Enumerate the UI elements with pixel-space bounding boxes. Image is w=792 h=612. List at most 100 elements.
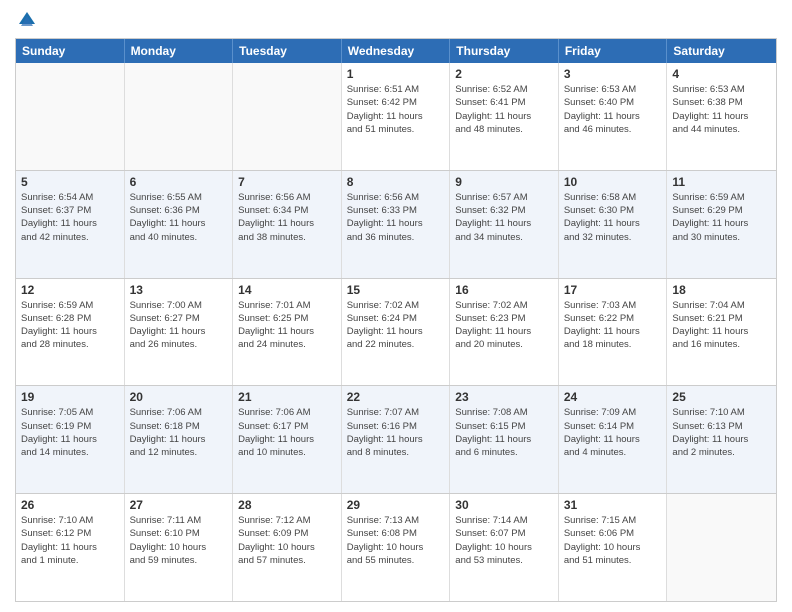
day-info: Sunrise: 7:11 AM Sunset: 6:10 PM Dayligh… — [130, 514, 228, 567]
day-cell: 14Sunrise: 7:01 AM Sunset: 6:25 PM Dayli… — [233, 279, 342, 386]
day-cell: 3 Sunrise: 6:53 AM Sunset: 6:40 PM Daylig… — [559, 63, 668, 170]
day-cell: 12 Sunrise: 6:59 AM Sunset: 6:28 PM Dayli… — [16, 279, 125, 386]
day-cell: 22 Sunrise: 7:07 AM Sunset: 6:16 PM Dayli… — [342, 386, 451, 493]
day-info: Sunrise: 6:53 AM Sunset: 6:40 PM Dayligh… — [564, 83, 662, 136]
day-number: 17 — [564, 283, 662, 297]
day-number: 26 — [21, 498, 119, 512]
day-info: Sunrise: 7:15 AM Sunset: 6:06 PM Dayligh… — [564, 514, 662, 567]
day-info: Sunrise: 6:59 AM Sunset: 6:29 PM Dayligh… — [672, 191, 771, 244]
day-cell: 4 Sunrise: 6:53 AM Sunset: 6:38 PM Daylig… — [667, 63, 776, 170]
day-cell: 17 Sunrise: 7:03 AM Sunset: 6:22 PM Dayli… — [559, 279, 668, 386]
calendar-row: 19 Sunrise: 7:05 AM Sunset: 6:19 PM Dayli… — [16, 385, 776, 493]
day-info: Sunrise: 7:04 AM Sunset: 6:21 PM Dayligh… — [672, 299, 771, 352]
day-cell: 26 Sunrise: 7:10 AM Sunset: 6:12 PM Dayli… — [16, 494, 125, 601]
day-number: 18 — [672, 283, 771, 297]
weekday-header: Monday — [125, 39, 234, 63]
day-info: Sunrise: 7:03 AM Sunset: 6:22 PM Dayligh… — [564, 299, 662, 352]
day-number: 13 — [130, 283, 228, 297]
day-number: 11 — [672, 175, 771, 189]
day-cell: 16Sunrise: 7:02 AM Sunset: 6:23 PM Dayli… — [450, 279, 559, 386]
calendar-row: 26 Sunrise: 7:10 AM Sunset: 6:12 PM Dayli… — [16, 493, 776, 601]
day-number: 21 — [238, 390, 336, 404]
day-cell: 18 Sunrise: 7:04 AM Sunset: 6:21 PM Dayli… — [667, 279, 776, 386]
calendar-header: SundayMondayTuesdayWednesdayThursdayFrid… — [16, 39, 776, 63]
day-cell: 13 Sunrise: 7:00 AM Sunset: 6:27 PM Dayli… — [125, 279, 234, 386]
day-number: 31 — [564, 498, 662, 512]
day-number: 29 — [347, 498, 445, 512]
day-cell: 24 Sunrise: 7:09 AM Sunset: 6:14 PM Dayli… — [559, 386, 668, 493]
day-cell: 23 Sunrise: 7:08 AM Sunset: 6:15 PM Dayli… — [450, 386, 559, 493]
weekday-header: Thursday — [450, 39, 559, 63]
day-cell: 8Sunrise: 6:56 AM Sunset: 6:33 PM Daylig… — [342, 171, 451, 278]
day-cell: 2Sunrise: 6:52 AM Sunset: 6:41 PM Daylig… — [450, 63, 559, 170]
empty-cell — [667, 494, 776, 601]
header — [15, 10, 777, 30]
day-cell: 11 Sunrise: 6:59 AM Sunset: 6:29 PM Dayli… — [667, 171, 776, 278]
day-info: Sunrise: 6:52 AM Sunset: 6:41 PM Dayligh… — [455, 83, 553, 136]
day-info: Sunrise: 6:58 AM Sunset: 6:30 PM Dayligh… — [564, 191, 662, 244]
day-number: 15 — [347, 283, 445, 297]
weekday-header: Tuesday — [233, 39, 342, 63]
weekday-header: Saturday — [667, 39, 776, 63]
day-number: 3 — [564, 67, 662, 81]
day-info: Sunrise: 7:06 AM Sunset: 6:17 PM Dayligh… — [238, 406, 336, 459]
calendar-body: 1 Sunrise: 6:51 AM Sunset: 6:42 PM Daylig… — [16, 63, 776, 601]
day-number: 7 — [238, 175, 336, 189]
day-number: 5 — [21, 175, 119, 189]
day-info: Sunrise: 7:06 AM Sunset: 6:18 PM Dayligh… — [130, 406, 228, 459]
empty-cell — [233, 63, 342, 170]
day-info: Sunrise: 7:09 AM Sunset: 6:14 PM Dayligh… — [564, 406, 662, 459]
day-cell: 5 Sunrise: 6:54 AM Sunset: 6:37 PM Daylig… — [16, 171, 125, 278]
day-info: Sunrise: 6:53 AM Sunset: 6:38 PM Dayligh… — [672, 83, 771, 136]
day-cell: 21 Sunrise: 7:06 AM Sunset: 6:17 PM Dayli… — [233, 386, 342, 493]
day-cell: 25 Sunrise: 7:10 AM Sunset: 6:13 PM Dayli… — [667, 386, 776, 493]
weekday-header: Wednesday — [342, 39, 451, 63]
day-number: 22 — [347, 390, 445, 404]
day-number: 19 — [21, 390, 119, 404]
day-cell: 9 Sunrise: 6:57 AM Sunset: 6:32 PM Daylig… — [450, 171, 559, 278]
day-number: 9 — [455, 175, 553, 189]
day-number: 24 — [564, 390, 662, 404]
day-info: Sunrise: 7:12 AM Sunset: 6:09 PM Dayligh… — [238, 514, 336, 567]
day-number: 27 — [130, 498, 228, 512]
day-info: Sunrise: 6:57 AM Sunset: 6:32 PM Dayligh… — [455, 191, 553, 244]
day-info: Sunrise: 7:00 AM Sunset: 6:27 PM Dayligh… — [130, 299, 228, 352]
day-number: 20 — [130, 390, 228, 404]
day-number: 1 — [347, 67, 445, 81]
day-info: Sunrise: 6:59 AM Sunset: 6:28 PM Dayligh… — [21, 299, 119, 352]
day-info: Sunrise: 6:56 AM Sunset: 6:34 PM Dayligh… — [238, 191, 336, 244]
day-cell: 19 Sunrise: 7:05 AM Sunset: 6:19 PM Dayli… — [16, 386, 125, 493]
day-info: Sunrise: 7:10 AM Sunset: 6:13 PM Dayligh… — [672, 406, 771, 459]
day-cell: 27 Sunrise: 7:11 AM Sunset: 6:10 PM Dayli… — [125, 494, 234, 601]
day-cell: 1 Sunrise: 6:51 AM Sunset: 6:42 PM Daylig… — [342, 63, 451, 170]
day-cell: 28Sunrise: 7:12 AM Sunset: 6:09 PM Dayli… — [233, 494, 342, 601]
day-info: Sunrise: 6:54 AM Sunset: 6:37 PM Dayligh… — [21, 191, 119, 244]
day-number: 23 — [455, 390, 553, 404]
day-cell: 7 Sunrise: 6:56 AM Sunset: 6:34 PM Daylig… — [233, 171, 342, 278]
logo-icon — [17, 10, 37, 30]
day-info: Sunrise: 7:10 AM Sunset: 6:12 PM Dayligh… — [21, 514, 119, 567]
day-number: 14 — [238, 283, 336, 297]
day-number: 16 — [455, 283, 553, 297]
day-info: Sunrise: 7:05 AM Sunset: 6:19 PM Dayligh… — [21, 406, 119, 459]
day-number: 30 — [455, 498, 553, 512]
day-cell: 29 Sunrise: 7:13 AM Sunset: 6:08 PM Dayli… — [342, 494, 451, 601]
day-info: Sunrise: 7:07 AM Sunset: 6:16 PM Dayligh… — [347, 406, 445, 459]
day-cell: 15 Sunrise: 7:02 AM Sunset: 6:24 PM Dayli… — [342, 279, 451, 386]
day-info: Sunrise: 6:51 AM Sunset: 6:42 PM Dayligh… — [347, 83, 445, 136]
day-number: 25 — [672, 390, 771, 404]
day-number: 12 — [21, 283, 119, 297]
day-cell: 31 Sunrise: 7:15 AM Sunset: 6:06 PM Dayli… — [559, 494, 668, 601]
logo — [15, 10, 39, 30]
day-number: 6 — [130, 175, 228, 189]
day-info: Sunrise: 6:55 AM Sunset: 6:36 PM Dayligh… — [130, 191, 228, 244]
calendar-row: 12 Sunrise: 6:59 AM Sunset: 6:28 PM Dayli… — [16, 278, 776, 386]
day-number: 4 — [672, 67, 771, 81]
day-number: 10 — [564, 175, 662, 189]
day-info: Sunrise: 7:14 AM Sunset: 6:07 PM Dayligh… — [455, 514, 553, 567]
empty-cell — [125, 63, 234, 170]
day-info: Sunrise: 7:13 AM Sunset: 6:08 PM Dayligh… — [347, 514, 445, 567]
weekday-header: Friday — [559, 39, 668, 63]
day-info: Sunrise: 7:08 AM Sunset: 6:15 PM Dayligh… — [455, 406, 553, 459]
day-info: Sunrise: 7:02 AM Sunset: 6:24 PM Dayligh… — [347, 299, 445, 352]
